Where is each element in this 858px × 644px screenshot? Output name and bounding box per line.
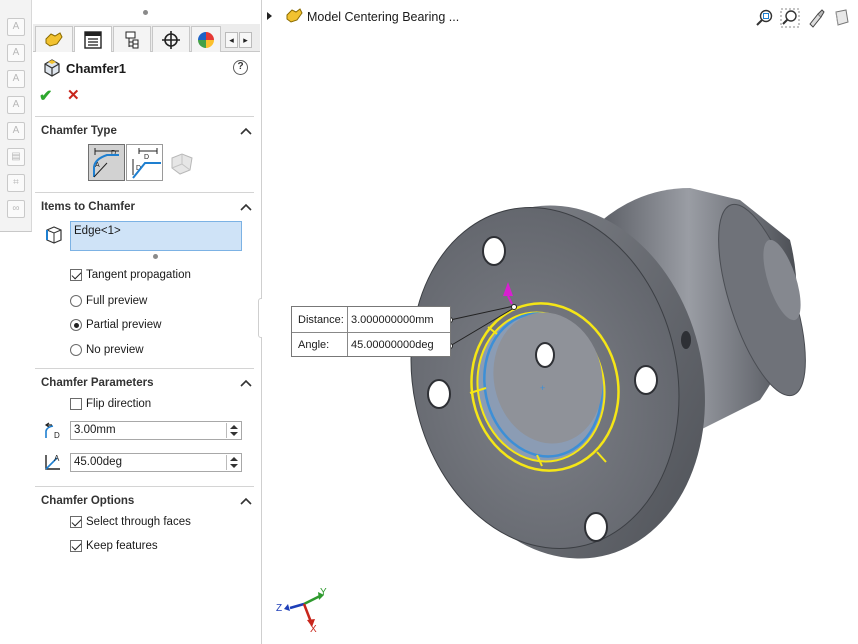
divider: [35, 192, 254, 193]
flip-direction-label: Flip direction: [86, 398, 152, 410]
text-edit-icon[interactable]: A: [7, 44, 25, 62]
angle-spinner[interactable]: [226, 455, 240, 470]
display-manager-icon: [198, 31, 214, 48]
angle-value: 45.00deg: [74, 456, 122, 468]
checkbox-box[interactable]: [70, 398, 82, 410]
chamfer-feature-icon: [44, 59, 60, 77]
edge-selection-icon: [46, 226, 62, 244]
svg-text:+: +: [540, 383, 545, 393]
partial-preview-label: Partial preview: [86, 319, 162, 331]
divider: [35, 486, 254, 487]
dimension-callout[interactable]: Distance: 3.000000000mm Angle: 45.000000…: [291, 306, 451, 357]
tab-scroll-right-button[interactable]: ▸: [239, 32, 252, 48]
full-preview-label: Full preview: [86, 295, 148, 307]
link-icon[interactable]: ∞: [7, 200, 25, 218]
feature-manager-tab[interactable]: [35, 26, 73, 52]
expand-tree-arrow-icon[interactable]: [267, 12, 272, 20]
full-preview-radio[interactable]: Full preview: [70, 295, 147, 307]
tangent-propagation-label: Tangent propagation: [86, 269, 191, 281]
svg-text:D: D: [54, 431, 60, 440]
ok-button[interactable]: ✔: [39, 86, 52, 106]
print-icon[interactable]: ▤: [7, 148, 25, 166]
checkbox-box[interactable]: [70, 269, 82, 281]
triad-x-label: X: [310, 624, 317, 635]
zoom-to-fit-icon[interactable]: [754, 8, 774, 28]
configuration-manager-tab[interactable]: [113, 26, 151, 52]
cancel-button[interactable]: ✕: [67, 86, 80, 104]
angle-distance-button[interactable]: D A: [88, 144, 125, 181]
distance-icon: D: [44, 422, 60, 440]
distance-input[interactable]: 3.00mm: [70, 421, 242, 440]
document-title[interactable]: Model Centering Bearing ...: [307, 10, 459, 24]
chamfer-type-heading[interactable]: Chamfer Type: [41, 125, 117, 137]
triad-y-label: Y: [320, 587, 327, 598]
chevron-up-icon[interactable]: [240, 378, 252, 388]
grid-icon[interactable]: ⌗: [7, 174, 25, 192]
distance-spinner[interactable]: [226, 423, 240, 438]
text-icon[interactable]: A: [7, 18, 25, 36]
radio-circle[interactable]: [70, 295, 82, 307]
callout-angle-label: Angle:: [298, 339, 330, 351]
edge-selection-list[interactable]: Edge<1>: [70, 221, 242, 251]
text-check-icon[interactable]: A: [7, 70, 25, 88]
radio-circle[interactable]: [70, 319, 82, 331]
angle-distance-icon: D A: [93, 148, 119, 178]
tangent-propagation-checkbox[interactable]: Tangent propagation: [70, 269, 191, 281]
text-add-icon[interactable]: A: [7, 96, 25, 114]
divider: [35, 116, 254, 117]
callout-angle-value[interactable]: 45.00000000deg: [351, 339, 434, 351]
radio-circle[interactable]: [70, 344, 82, 356]
section-view-icon[interactable]: [832, 8, 852, 28]
feature-title: Chamfer1: [66, 61, 126, 76]
property-manager-icon: [84, 30, 102, 49]
chamfer-options-heading[interactable]: Chamfer Options: [41, 495, 134, 507]
help-icon[interactable]: ?: [233, 60, 248, 75]
svg-text:D: D: [144, 154, 149, 161]
no-preview-label: No preview: [86, 344, 144, 356]
chamfer-parameters-heading[interactable]: Chamfer Parameters: [41, 377, 154, 389]
no-preview-radio[interactable]: No preview: [70, 344, 144, 356]
select-through-faces-checkbox[interactable]: Select through faces: [70, 516, 191, 528]
items-to-chamfer-heading[interactable]: Items to Chamfer: [41, 201, 135, 213]
dimxpert-tab[interactable]: [152, 26, 190, 52]
list-resize-grip[interactable]: [153, 254, 158, 259]
callout-distance-value[interactable]: 3.000000000mm: [351, 314, 434, 326]
part-document-icon: [286, 8, 303, 23]
angle-input[interactable]: 45.00deg: [70, 453, 242, 472]
distance-distance-icon: D D: [132, 148, 161, 179]
divider: [35, 368, 254, 369]
vertex-icon[interactable]: [168, 150, 195, 177]
keep-features-checkbox[interactable]: Keep features: [70, 540, 158, 552]
zoom-area-icon[interactable]: [780, 8, 800, 28]
triad-z-label: Z: [276, 603, 283, 614]
feature-manager-icon: [45, 31, 63, 47]
chevron-up-icon[interactable]: [240, 496, 252, 506]
dimxpert-icon: [162, 30, 180, 49]
configuration-manager-icon: [125, 31, 139, 48]
distance-value: 3.00mm: [74, 424, 116, 436]
manager-tabbar: ◂ ▸: [33, 24, 260, 52]
callout-divider: [292, 332, 450, 333]
chevron-up-icon[interactable]: [240, 126, 252, 136]
command-toolbar-strip: A A A A A ▤ ⌗ ∞: [0, 0, 32, 232]
chevron-up-icon[interactable]: [240, 202, 252, 212]
display-manager-tab[interactable]: [191, 26, 221, 52]
distance-distance-button[interactable]: D D: [126, 144, 163, 181]
tab-scroll-left-button[interactable]: ◂: [225, 32, 238, 48]
angle-icon: A: [45, 454, 60, 470]
checkbox-box[interactable]: [70, 516, 82, 528]
previous-view-icon[interactable]: [806, 8, 826, 28]
svg-text:A: A: [54, 454, 60, 463]
panel-grip[interactable]: [143, 10, 148, 15]
select-through-faces-label: Select through faces: [86, 516, 191, 528]
flip-direction-checkbox[interactable]: Flip direction: [70, 398, 151, 410]
keep-features-label: Keep features: [86, 540, 158, 552]
partial-preview-radio[interactable]: Partial preview: [70, 319, 161, 331]
callout-distance-label: Distance:: [298, 314, 344, 326]
property-manager-tab[interactable]: [74, 26, 112, 52]
checkbox-box[interactable]: [70, 540, 82, 552]
text-lock-icon[interactable]: A: [7, 122, 25, 140]
